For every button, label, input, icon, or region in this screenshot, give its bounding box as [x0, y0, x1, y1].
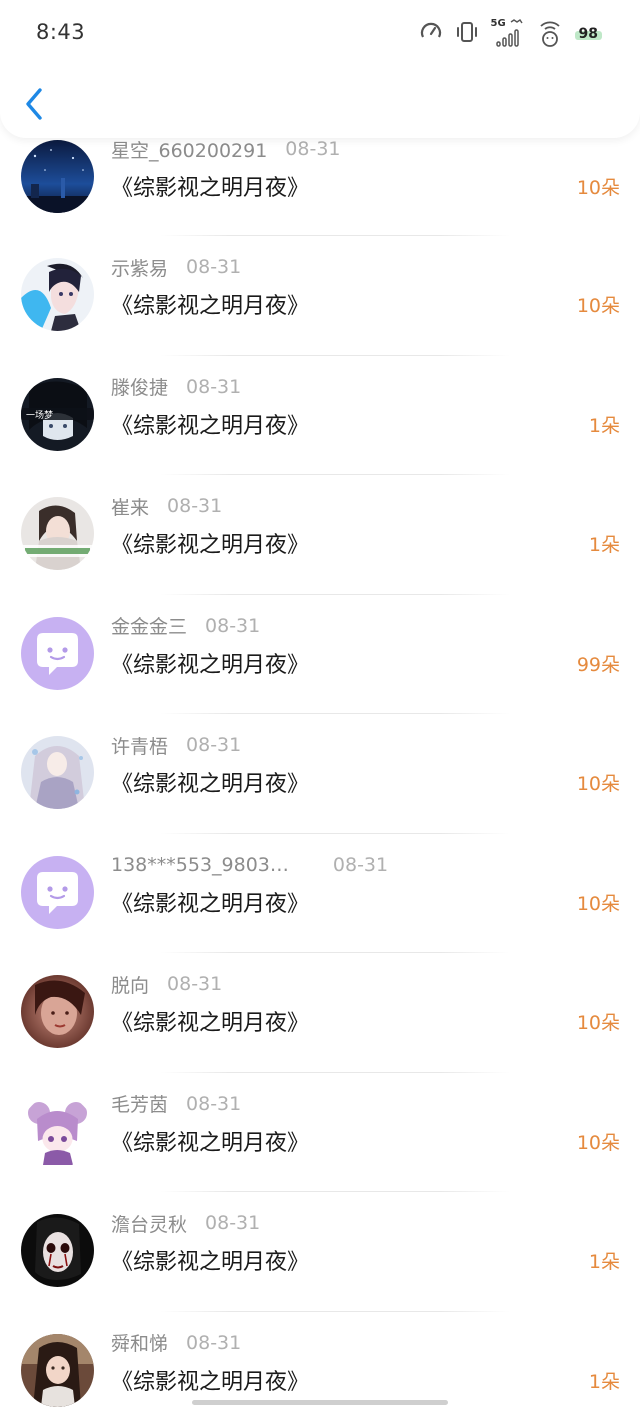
gift-date: 08-31	[285, 138, 341, 160]
home-indicator[interactable]	[192, 1400, 448, 1405]
book-title: 《综影视之明月夜》	[111, 1011, 310, 1036]
user-name: 许青梧	[111, 735, 169, 758]
list-item[interactable]: 一场梦 滕俊捷 08-31 《综影视之明月夜》 1朵	[0, 356, 640, 475]
user-avatar[interactable]	[21, 736, 94, 809]
user-name: 138***553_9803…	[111, 853, 289, 876]
gift-date: 08-31	[186, 375, 242, 398]
status-time: 8:43	[36, 20, 86, 44]
chat-bubble-face-icon	[21, 855, 94, 929]
flower-count: 99朵	[576, 653, 620, 676]
back-button[interactable]	[20, 86, 50, 122]
user-name: 示紫易	[111, 257, 169, 280]
user-avatar[interactable]	[21, 497, 94, 570]
user-avatar[interactable]	[21, 1214, 94, 1287]
chevron-left-icon	[26, 88, 42, 120]
user-avatar[interactable]	[21, 855, 94, 929]
list-item[interactable]: 许青梧 08-31 《综影视之明月夜》 10朵	[0, 714, 640, 834]
user-name: 滕俊捷	[111, 377, 169, 399]
user-name: 星空_660200291	[111, 139, 268, 162]
book-title: 《综影视之明月夜》	[111, 1250, 310, 1275]
book-title: 《综影视之明月夜》	[111, 294, 310, 319]
user-avatar[interactable]: 一场梦	[21, 377, 94, 451]
list-item[interactable]: 毛芳茵 08-31 《综影视之明月夜》 10朵	[0, 1073, 640, 1192]
avatar-caption: 一场梦	[26, 410, 53, 421]
flower-count: 10朵	[576, 773, 620, 795]
list-item[interactable]: 崔来 08-31 《综影视之明月夜》 1朵	[0, 475, 640, 595]
gift-date: 08-31	[186, 1092, 242, 1115]
flower-count: 1朵	[588, 534, 620, 556]
user-name: 崔来	[111, 496, 150, 519]
flower-count: 10朵	[576, 1012, 620, 1034]
header: 8:43 5G 98	[0, 0, 640, 138]
user-name: 澹台灵秋	[111, 1213, 188, 1236]
gift-list: 星空_660200291 08-31 《综影视之明月夜》 10朵 示紫易 08-31…	[0, 138, 640, 1408]
book-title: 《综影视之明月夜》	[111, 652, 310, 678]
book-title: 《综影视之明月夜》	[111, 176, 310, 201]
flower-count: 10朵	[576, 892, 620, 915]
flower-count: 10朵	[576, 1131, 620, 1154]
flower-count: 1朵	[588, 1370, 620, 1393]
speedometer-icon	[419, 20, 443, 48]
list-item[interactable]: 脱向 08-31 《综影视之明月夜》 10朵	[0, 953, 640, 1073]
flower-count: 1朵	[588, 414, 620, 437]
gift-date: 08-31	[167, 973, 223, 995]
gift-date: 08-31	[167, 495, 223, 517]
wifi-pet-icon	[537, 17, 563, 51]
list-item[interactable]: 金金金三 08-31 《综影视之明月夜》 99朵	[0, 595, 640, 714]
list-item[interactable]: 舜和悌 08-31 《综影视之明月夜》 1朵	[0, 1312, 640, 1408]
book-title: 《综影视之明月夜》	[111, 772, 310, 797]
book-title: 《综影视之明月夜》	[111, 533, 310, 558]
user-avatar[interactable]	[21, 616, 94, 690]
status-bar: 8:43 5G 98	[0, 0, 640, 70]
user-avatar[interactable]	[21, 1094, 94, 1168]
battery-level: 98	[574, 26, 603, 42]
gift-date: 08-31	[332, 853, 389, 876]
flower-count: 10朵	[576, 177, 620, 199]
gift-date: 08-31	[205, 614, 261, 637]
list-item[interactable]: 138***553_9803… 08-31 《综影视之明月夜》 10朵	[0, 834, 640, 953]
flower-count: 1朵	[588, 1251, 620, 1273]
user-avatar[interactable]	[21, 1333, 94, 1407]
book-title: 《综影视之明月夜》	[111, 1130, 310, 1156]
gift-date: 08-31	[186, 256, 242, 278]
user-name: 舜和悌	[111, 1333, 169, 1355]
list-item[interactable]: 星空_660200291 08-31 《综影视之明月夜》 10朵	[0, 138, 640, 236]
user-name: 毛芳茵	[111, 1094, 169, 1116]
gift-list-screen: 8:43 5G 98 星空_660200291 08-31 《综影视之明月夜》 …	[0, 0, 640, 1408]
user-name: 脱向	[111, 974, 150, 997]
gift-date: 08-31	[205, 1212, 261, 1234]
list-item[interactable]: 澹台灵秋 08-31 《综影视之明月夜》 1朵	[0, 1192, 640, 1312]
vibrate-icon	[455, 19, 479, 49]
list-item[interactable]: 示紫易 08-31 《综影视之明月夜》 10朵	[0, 236, 640, 356]
book-title: 《综影视之明月夜》	[111, 1369, 310, 1395]
chat-bubble-face-icon	[21, 616, 94, 690]
user-avatar[interactable]	[21, 258, 94, 331]
signal-5g-icon: 5G	[491, 18, 525, 50]
user-avatar[interactable]	[21, 975, 94, 1048]
gift-date: 08-31	[186, 734, 242, 756]
book-title: 《综影视之明月夜》	[111, 413, 310, 439]
user-avatar[interactable]	[21, 140, 94, 213]
user-name: 金金金三	[111, 616, 188, 638]
gift-date: 08-31	[186, 1331, 242, 1354]
status-icons: 5G 98	[419, 17, 603, 51]
flower-count: 10朵	[576, 295, 620, 317]
book-title: 《综影视之明月夜》	[111, 891, 310, 917]
